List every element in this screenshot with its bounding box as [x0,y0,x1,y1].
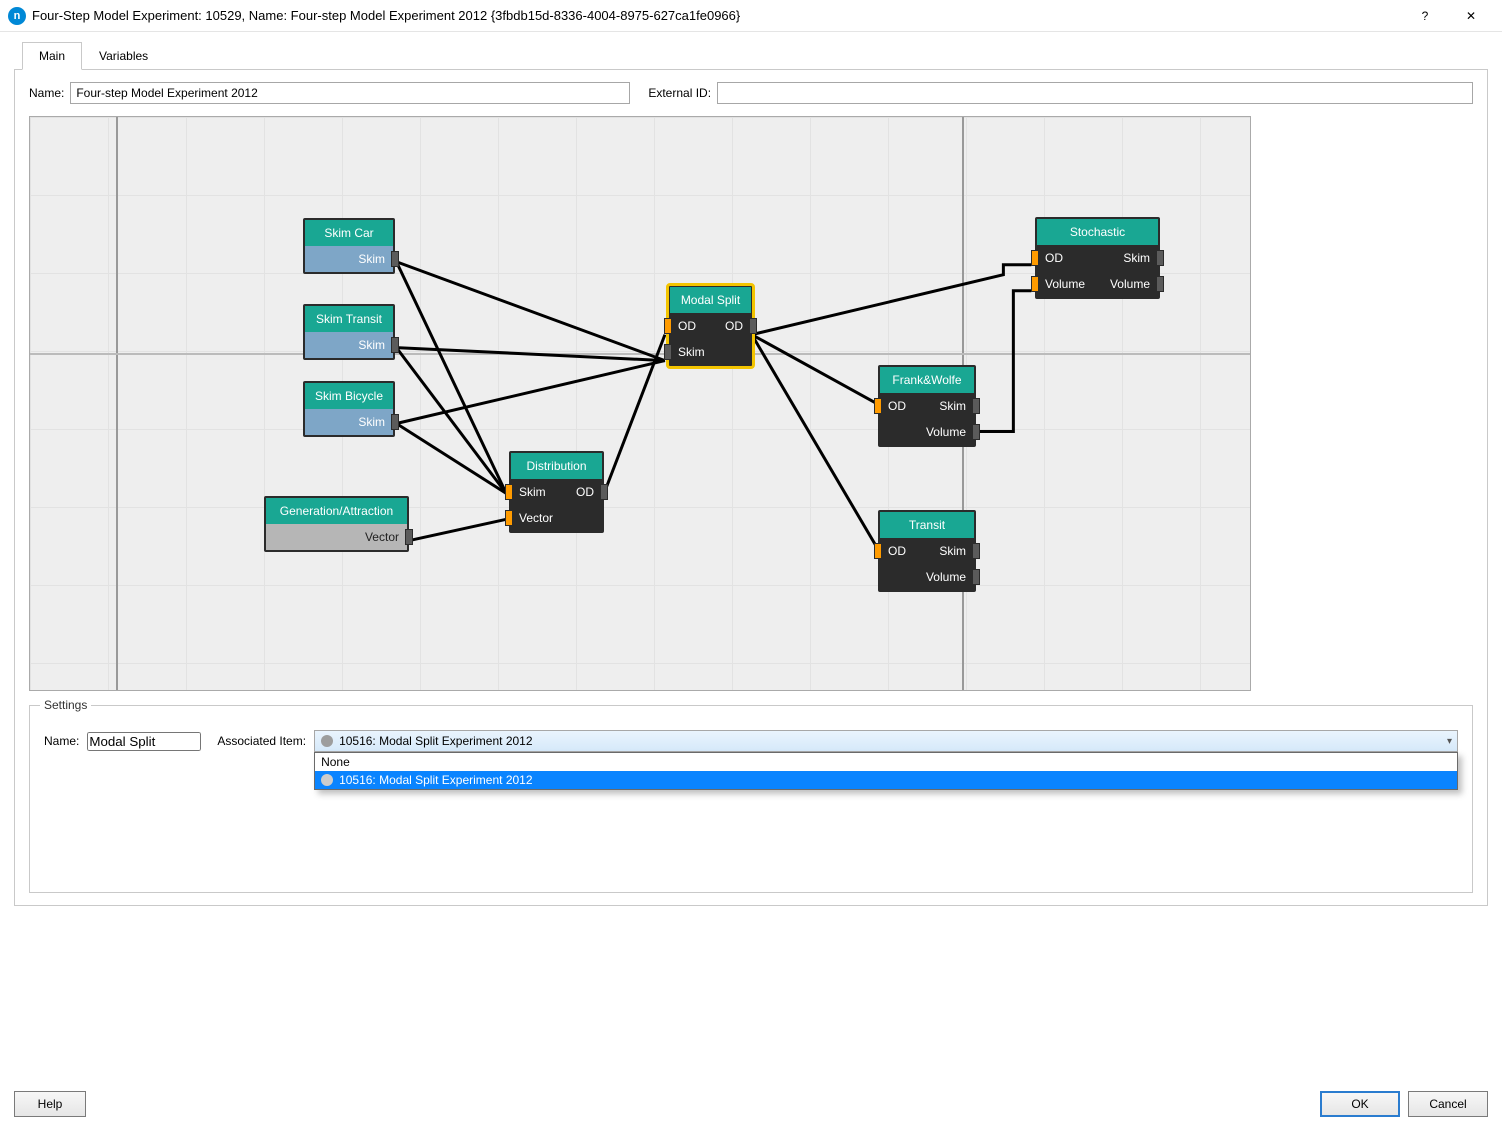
port-input[interactable] [874,398,882,414]
grid-line [30,353,1250,355]
port-output[interactable] [972,543,980,559]
port-output[interactable] [405,529,413,545]
node-title: Skim Bicycle [305,383,393,409]
associated-item-select[interactable]: 10516: Modal Split Experiment 2012 ▾ [314,730,1458,752]
port-label: Volume [922,425,970,439]
associated-item-value: 10516: Modal Split Experiment 2012 [339,734,532,748]
node-title: Modal Split [670,287,751,313]
settings-name-label: Name: [44,734,79,748]
name-input[interactable] [70,82,630,104]
node-skim-transit[interactable]: Skim Transit Skim [303,304,395,360]
node-title: Generation/Attraction [266,498,407,524]
port-label: Skim [354,252,389,266]
port-label: Skim [515,485,550,499]
port-output[interactable] [972,424,980,440]
node-title: Skim Car [305,220,393,246]
port-input[interactable] [1031,250,1039,266]
port-output[interactable] [749,318,757,334]
port-output[interactable] [972,398,980,414]
port-output[interactable] [391,414,399,430]
associated-item-field: 10516: Modal Split Experiment 2012 ▾ Non… [314,730,1458,752]
name-row: Name: External ID: [29,82,1473,104]
settings-group: Settings Name: Associated Item: 10516: M… [29,705,1473,893]
port-label: Volume [1106,277,1154,291]
port-label: Vector [515,511,557,525]
chevron-down-icon: ▾ [1447,736,1452,747]
port-output[interactable] [391,337,399,353]
port-label: Skim [935,544,970,558]
tab-main[interactable]: Main [22,42,82,70]
grid-background [30,117,1250,690]
node-title: Transit [880,512,974,538]
node-distribution[interactable]: Distribution Skim OD Vector [509,451,604,533]
node-title: Skim Transit [305,306,393,332]
associated-item-label: Associated Item: [217,734,306,748]
port-input[interactable] [874,543,882,559]
app-icon: n [8,7,26,25]
help-button[interactable]: Help [14,1091,86,1117]
port-label: OD [1041,251,1067,265]
node-stochastic[interactable]: Stochastic OD Skim Volume Volume [1035,217,1160,299]
grid-line [116,117,118,690]
content: Main Variables Name: External ID: [0,32,1502,906]
port-label: Skim [674,345,709,359]
close-icon[interactable]: ✕ [1448,0,1494,32]
tab-variables[interactable]: Variables [82,42,165,70]
option-label: 10516: Modal Split Experiment 2012 [339,773,532,787]
node-transit[interactable]: Transit OD Skim Volume [878,510,976,592]
port-output[interactable] [600,484,608,500]
item-icon [321,774,333,786]
port-label: Vector [361,530,403,544]
help-icon[interactable]: ? [1402,0,1448,32]
dropdown-option-item[interactable]: 10516: Modal Split Experiment 2012 [315,771,1457,789]
port-label: Skim [354,338,389,352]
port-output[interactable] [391,251,399,267]
port-label: OD [884,399,910,413]
port-input[interactable] [505,484,513,500]
item-icon [321,735,333,747]
main-panel: Name: External ID: [14,69,1488,906]
port-input[interactable] [1031,276,1039,292]
node-generation-attraction[interactable]: Generation/Attraction Vector [264,496,409,552]
port-output[interactable] [1156,250,1164,266]
node-frank-wolfe[interactable]: Frank&Wolfe OD Skim Volume [878,365,976,447]
external-id-label: External ID: [648,86,711,100]
port-label: Skim [354,415,389,429]
port-input[interactable] [664,344,672,360]
window-title: Four-Step Model Experiment: 10529, Name:… [32,8,1402,23]
associated-item-dropdown: None 10516: Modal Split Experiment 2012 [314,752,1458,790]
node-title: Distribution [511,453,602,479]
port-label: Volume [1041,277,1089,291]
port-input[interactable] [505,510,513,526]
node-modal-split[interactable]: Modal Split OD OD Skim [668,285,753,367]
graph-canvas[interactable]: Skim Car Skim Skim Transit Skim [29,116,1251,691]
port-output[interactable] [972,569,980,585]
node-skim-bicycle[interactable]: Skim Bicycle Skim [303,381,395,437]
port-label: OD [884,544,910,558]
settings-legend: Settings [40,698,91,712]
ok-button[interactable]: OK [1320,1091,1400,1117]
external-id-input[interactable] [717,82,1473,104]
option-label: None [321,755,350,769]
port-label: Skim [935,399,970,413]
node-title: Frank&Wolfe [880,367,974,393]
footer: Help OK Cancel [0,1091,1502,1117]
node-title: Stochastic [1037,219,1158,245]
dropdown-option-none[interactable]: None [315,753,1457,771]
port-label: OD [572,485,598,499]
tab-bar: Main Variables [14,42,1488,70]
cancel-button[interactable]: Cancel [1408,1091,1488,1117]
port-label: OD [674,319,700,333]
spacer [94,1091,1312,1117]
node-skim-car[interactable]: Skim Car Skim [303,218,395,274]
port-label: Volume [922,570,970,584]
port-input[interactable] [664,318,672,334]
port-label: Skim [1119,251,1154,265]
port-output[interactable] [1156,276,1164,292]
port-label: OD [721,319,747,333]
title-bar: n Four-Step Model Experiment: 10529, Nam… [0,0,1502,32]
name-label: Name: [29,86,64,100]
settings-name-input[interactable] [87,732,201,751]
